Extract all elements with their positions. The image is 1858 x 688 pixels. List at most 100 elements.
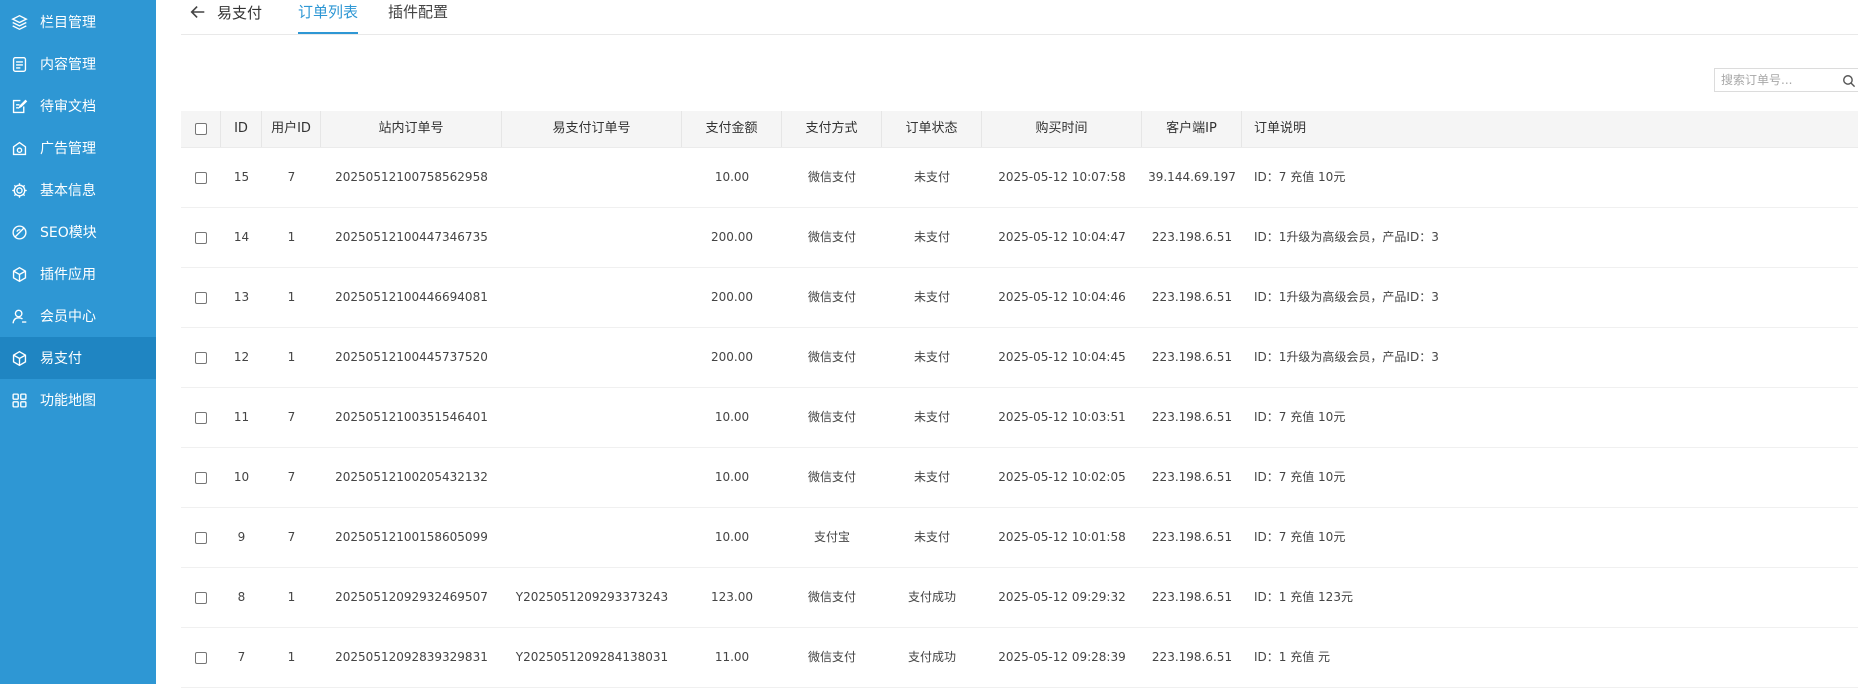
table-row[interactable]: 15 7 20250512100758562958 10.00 微信支付 未支付 2025-…	[181, 148, 1858, 208]
cell-buy-time: 2025-05-12 09:29:32	[998, 590, 1126, 604]
sidebar-item-basic-info[interactable]: 基本信息	[0, 169, 156, 211]
cell-epay-order-no	[502, 448, 682, 507]
cell-amount: 10.00	[714, 470, 750, 484]
row-select-cell	[181, 568, 221, 627]
cell-buy-time: 2025-05-12 10:01:58	[998, 530, 1126, 544]
cell-epay-order-no: Y2025051209284138031	[515, 650, 669, 664]
cell-id: 8	[237, 590, 246, 604]
tab-order-list[interactable]: 订单列表	[280, 0, 376, 34]
sidebar-item-content[interactable]: 内容管理	[0, 43, 156, 85]
arrow-left-icon	[189, 3, 207, 21]
table-row[interactable]: 11 7 20250512100351546401 10.00 微信支付 未支付 2025-…	[181, 388, 1858, 448]
row-select-cell	[181, 508, 221, 567]
back-button[interactable]: 易支付	[189, 0, 262, 24]
cell-pay-method: 支付宝	[813, 530, 850, 544]
row-select-cell	[181, 628, 221, 687]
table-row[interactable]: 9 7 20250512100158605099 10.00 支付宝 未支付 2025-05…	[181, 508, 1858, 568]
cell-user-id: 7	[287, 410, 296, 424]
row-checkbox[interactable]	[195, 171, 207, 184]
cell-client-ip: 223.198.6.51	[1151, 410, 1233, 424]
cell-epay-order-no	[502, 208, 682, 267]
cell-status: 支付成功	[907, 650, 956, 664]
row-checkbox[interactable]	[195, 591, 207, 604]
user-icon	[10, 307, 28, 325]
table-row[interactable]: 12 1 20250512100445737520 200.00 微信支付 未支付 2025…	[181, 328, 1858, 388]
sidebar-item-function-map[interactable]: 功能地图	[0, 379, 156, 421]
cell-description: ID：7 充值 10元	[1254, 470, 1346, 484]
cell-epay-order-no	[502, 268, 682, 327]
sidebar-item-ads[interactable]: 广告管理	[0, 127, 156, 169]
search-icon[interactable]	[1840, 72, 1858, 90]
header-epay-order-no[interactable]: 易支付订单号	[502, 111, 682, 147]
cell-pay-method: 微信支付	[807, 470, 856, 484]
cell-order-no: 20250512100158605099	[335, 530, 488, 544]
header-id[interactable]: ID	[221, 111, 262, 147]
cell-description: ID：1升级为高级会员，产品ID：3	[1254, 290, 1439, 304]
row-select-cell	[181, 328, 221, 387]
header-buy-time[interactable]: 购买时间	[982, 111, 1142, 147]
cell-user-id: 1	[287, 350, 296, 364]
cell-id: 12	[233, 350, 250, 364]
row-select-cell	[181, 208, 221, 267]
cell-epay-order-no	[502, 388, 682, 447]
cell-amount: 200.00	[711, 350, 753, 364]
header-user-id[interactable]: 用户ID	[262, 111, 321, 147]
cell-client-ip: 223.198.6.51	[1151, 290, 1233, 304]
cell-client-ip: 223.198.6.51	[1151, 230, 1233, 244]
cell-status: 未支付	[913, 350, 950, 364]
cell-amount: 10.00	[714, 410, 750, 424]
cell-status: 未支付	[913, 530, 950, 544]
cell-id: 10	[233, 470, 250, 484]
cell-status: 未支付	[913, 290, 950, 304]
header-order-no[interactable]: 站内订单号	[321, 111, 502, 147]
row-checkbox[interactable]	[195, 231, 207, 244]
header-pay-method[interactable]: 支付方式	[782, 111, 882, 147]
sidebar-item-seo[interactable]: SEO模块	[0, 211, 156, 253]
cell-amount: 200.00	[711, 290, 753, 304]
cell-epay-order-no: Y2025051209293373243	[515, 590, 669, 604]
table-row[interactable]: 8 1 20250512092932469507 Y20250512092933732…	[181, 568, 1858, 628]
tab-plugin-config[interactable]: 插件配置	[370, 0, 466, 34]
row-checkbox[interactable]	[195, 531, 207, 544]
cell-amount: 10.00	[714, 530, 750, 544]
sidebar-item-columns[interactable]: 栏目管理	[0, 1, 156, 43]
table-row[interactable]: 10 7 20250512100205432132 10.00 微信支付 未支付 2025-…	[181, 448, 1858, 508]
table-row[interactable]: 14 1 20250512100447346735 200.00 微信支付 未支付 2025…	[181, 208, 1858, 268]
row-checkbox[interactable]	[195, 411, 207, 424]
gear-icon	[10, 181, 28, 199]
cell-description: ID：1升级为高级会员，产品ID：3	[1254, 350, 1439, 364]
cell-client-ip: 223.198.6.51	[1151, 470, 1233, 484]
row-checkbox[interactable]	[195, 351, 207, 364]
cell-id: 11	[233, 410, 250, 424]
cell-description: ID：7 充值 10元	[1254, 530, 1346, 544]
sidebar-item-epay[interactable]: 易支付	[0, 337, 156, 379]
header-status[interactable]: 订单状态	[882, 111, 982, 147]
row-checkbox[interactable]	[195, 651, 207, 664]
cell-order-no: 20250512100446694081	[335, 290, 488, 304]
cell-buy-time: 2025-05-12 09:28:39	[998, 650, 1126, 664]
seo-icon	[10, 223, 28, 241]
table-row[interactable]: 7 1 20250512092839329831 Y20250512092841380…	[181, 628, 1858, 688]
select-all-checkbox[interactable]	[194, 122, 207, 135]
tab-label: 订单列表	[298, 3, 359, 21]
cell-user-id: 7	[287, 470, 296, 484]
cell-pay-method: 微信支付	[807, 410, 856, 424]
sidebar-item-plugins[interactable]: 插件应用	[0, 253, 156, 295]
search-input[interactable]	[1715, 70, 1841, 90]
cell-description: ID：7 充值 10元	[1254, 170, 1346, 184]
sidebar-item-pending-docs[interactable]: 待审文档	[0, 85, 156, 127]
header-amount[interactable]: 支付金额	[682, 111, 782, 147]
header-client-ip[interactable]: 客户端IP	[1142, 111, 1242, 147]
cell-order-no: 20250512092932469507	[335, 590, 488, 604]
cell-order-no: 20250512100205432132	[335, 470, 488, 484]
document-icon	[10, 55, 28, 73]
sidebar-item-members[interactable]: 会员中心	[0, 295, 156, 337]
row-checkbox[interactable]	[195, 471, 207, 484]
cell-user-id: 1	[287, 590, 296, 604]
cube-icon	[10, 349, 28, 367]
row-checkbox[interactable]	[195, 291, 207, 304]
header-description[interactable]: 订单说明	[1242, 111, 1642, 147]
sidebar: 栏目管理 内容管理 待审文档 广告管理 基本信息 SEO模块 插件应用 会员中心…	[0, 0, 156, 684]
cell-buy-time: 2025-05-12 10:07:58	[998, 170, 1126, 184]
table-row[interactable]: 13 1 20250512100446694081 200.00 微信支付 未支付 2025…	[181, 268, 1858, 328]
